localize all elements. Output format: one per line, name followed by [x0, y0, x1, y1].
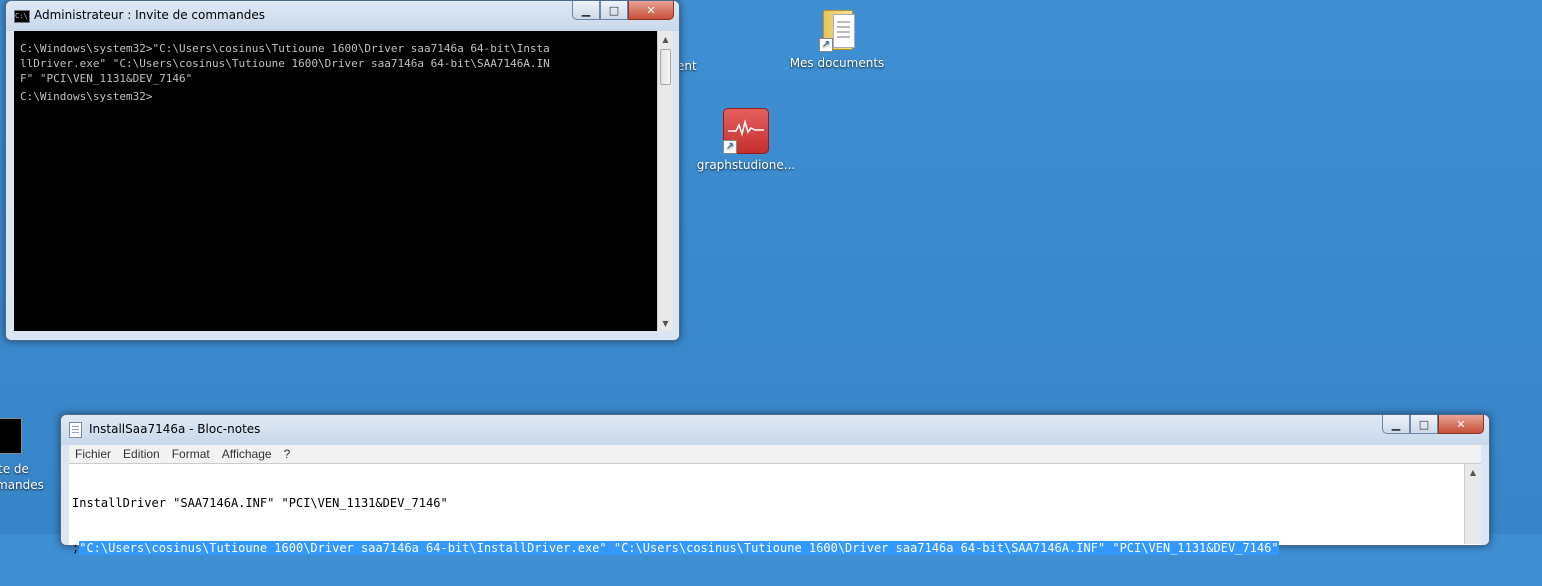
desktop-partial-label: te de	[0, 462, 29, 476]
shortcut-arrow-icon: ↗	[723, 140, 737, 154]
documents-folder-icon: ↗	[819, 8, 855, 52]
menu-help[interactable]: ?	[278, 445, 297, 463]
desktop-icon-label: graphstudione...	[696, 158, 796, 172]
close-icon: ✕	[646, 3, 656, 17]
desktop-partial-label: mandes	[0, 478, 44, 492]
editor-text: InstallDriver "SAA7146A.INF" "PCI\VEN_11…	[72, 466, 1279, 586]
notepad-icon	[69, 422, 82, 438]
maximize-icon: □	[608, 3, 620, 17]
editor-line-1: InstallDriver "SAA7146A.INF" "PCI\VEN_11…	[72, 496, 448, 510]
cmd-icon: C:\	[14, 10, 30, 23]
minimize-button[interactable]: ▁	[1382, 415, 1410, 434]
minimize-icon: ▁	[581, 3, 591, 17]
desktop-icon-mes-documents[interactable]: ↗ Mes documents	[787, 8, 887, 70]
editor-line-2: ;"C:\Users\cosinus\Tutioune 1600\Driver …	[72, 541, 1279, 556]
maximize-button[interactable]: □	[1410, 415, 1438, 434]
close-button[interactable]: ✕	[628, 1, 674, 20]
desktop-icon-cmd-partial[interactable]: te de mandes	[0, 416, 44, 506]
window-title: InstallSaa7146a - Bloc-notes	[89, 422, 261, 436]
maximize-icon: □	[1418, 417, 1430, 431]
window-title: Administrateur : Invite de commandes	[34, 8, 265, 22]
scroll-up-arrow-icon[interactable]: ▲	[1465, 464, 1481, 480]
menu-fichier[interactable]: Fichier	[69, 445, 117, 463]
desktop-icon-label: Mes documents	[789, 56, 885, 70]
menu-affichage[interactable]: Affichage	[216, 445, 278, 463]
vertical-scrollbar[interactable]: ▲	[1464, 464, 1481, 544]
console-line: llDriver.exe" "C:\Users\cosinus\Tutioune…	[20, 57, 550, 70]
close-icon: ✕	[1456, 417, 1466, 431]
desktop-icon-graphstudio[interactable]: ↗ graphstudione...	[696, 108, 796, 172]
console-line: C:\Windows\system32>"C:\Users\cosinus\Tu…	[20, 42, 550, 55]
text-editor[interactable]: InstallDriver "SAA7146A.INF" "PCI\VEN_11…	[69, 463, 1481, 555]
cmd-window[interactable]: C:\ Administrateur : Invite de commandes…	[5, 0, 680, 341]
scroll-down-arrow-icon[interactable]: ▼	[658, 315, 673, 331]
close-button[interactable]: ✕	[1438, 415, 1484, 434]
minimize-icon: ▁	[1391, 417, 1401, 431]
graphstudio-icon: ↗	[723, 108, 769, 154]
maximize-button[interactable]: □	[600, 1, 628, 20]
shortcut-arrow-icon: ↗	[819, 38, 833, 52]
vertical-scrollbar[interactable]: ▲ ▼	[657, 31, 673, 331]
console-prompt: C:\Windows\system32>	[20, 90, 153, 103]
notepad-window[interactable]: InstallSaa7146a - Bloc-notes ▁ □ ✕ Fichi…	[60, 414, 1490, 555]
menu-edition[interactable]: Edition	[117, 445, 166, 463]
console-line: F" "PCI\VEN_1131&DEV_7146"	[20, 72, 193, 85]
scrollbar-thumb[interactable]	[660, 49, 671, 85]
notepad-titlebar[interactable]: InstallSaa7146a - Bloc-notes	[61, 415, 1489, 445]
cmd-shortcut-icon	[0, 418, 22, 454]
menu-bar: Fichier Edition Format Affichage ?	[69, 445, 1481, 463]
selected-text: "C:\Users\cosinus\Tutioune 1600\Driver s…	[79, 541, 1279, 555]
console-output[interactable]: C:\Windows\system32>"C:\Users\cosinus\Tu…	[14, 31, 661, 331]
menu-format[interactable]: Format	[166, 445, 216, 463]
minimize-button[interactable]: ▁	[572, 1, 600, 20]
scroll-up-arrow-icon[interactable]: ▲	[658, 31, 673, 47]
